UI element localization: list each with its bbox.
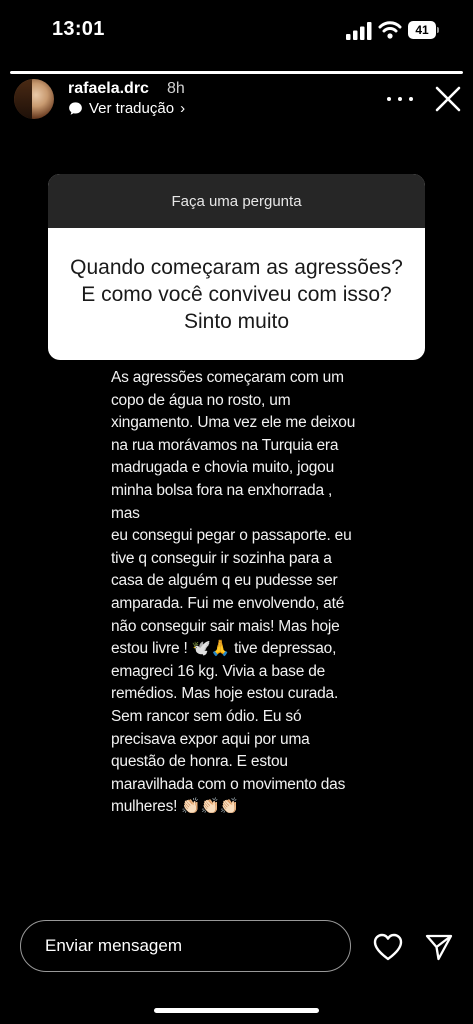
status-time: 13:01 [52,18,105,40]
status-bar: 13:01 41 [0,0,473,62]
see-translation-button[interactable]: Ver tradução › [68,100,185,117]
signal-icon [346,22,372,40]
close-icon[interactable] [433,84,463,114]
battery-icon: 41 [408,21,440,39]
question-sticker-header: Faça uma pergunta [48,174,425,228]
posted-time: 8h [167,80,185,97]
story-progress-fill [10,71,463,74]
avatar[interactable] [14,79,54,119]
home-indicator [154,1008,319,1013]
see-translation-label: Ver tradução [89,100,175,117]
battery-tip [437,27,439,33]
wifi-icon [378,21,402,39]
story-progress-bar [10,71,463,74]
speech-bubble-icon [69,102,82,115]
heart-icon[interactable] [372,932,404,962]
username[interactable]: rafaela.drc [68,80,149,98]
chevron-right-icon: › [180,100,186,117]
question-text: Quando começaram as agressões? E como vo… [70,255,403,333]
send-message-input[interactable] [20,920,351,972]
battery-level: 41 [408,21,436,39]
send-icon[interactable] [424,932,454,962]
question-sticker[interactable]: Faça uma pergunta Quando começaram as ag… [48,174,425,360]
more-options-icon[interactable] [387,92,413,106]
answer-text: As agressões começaram com um copo de ág… [111,369,356,816]
